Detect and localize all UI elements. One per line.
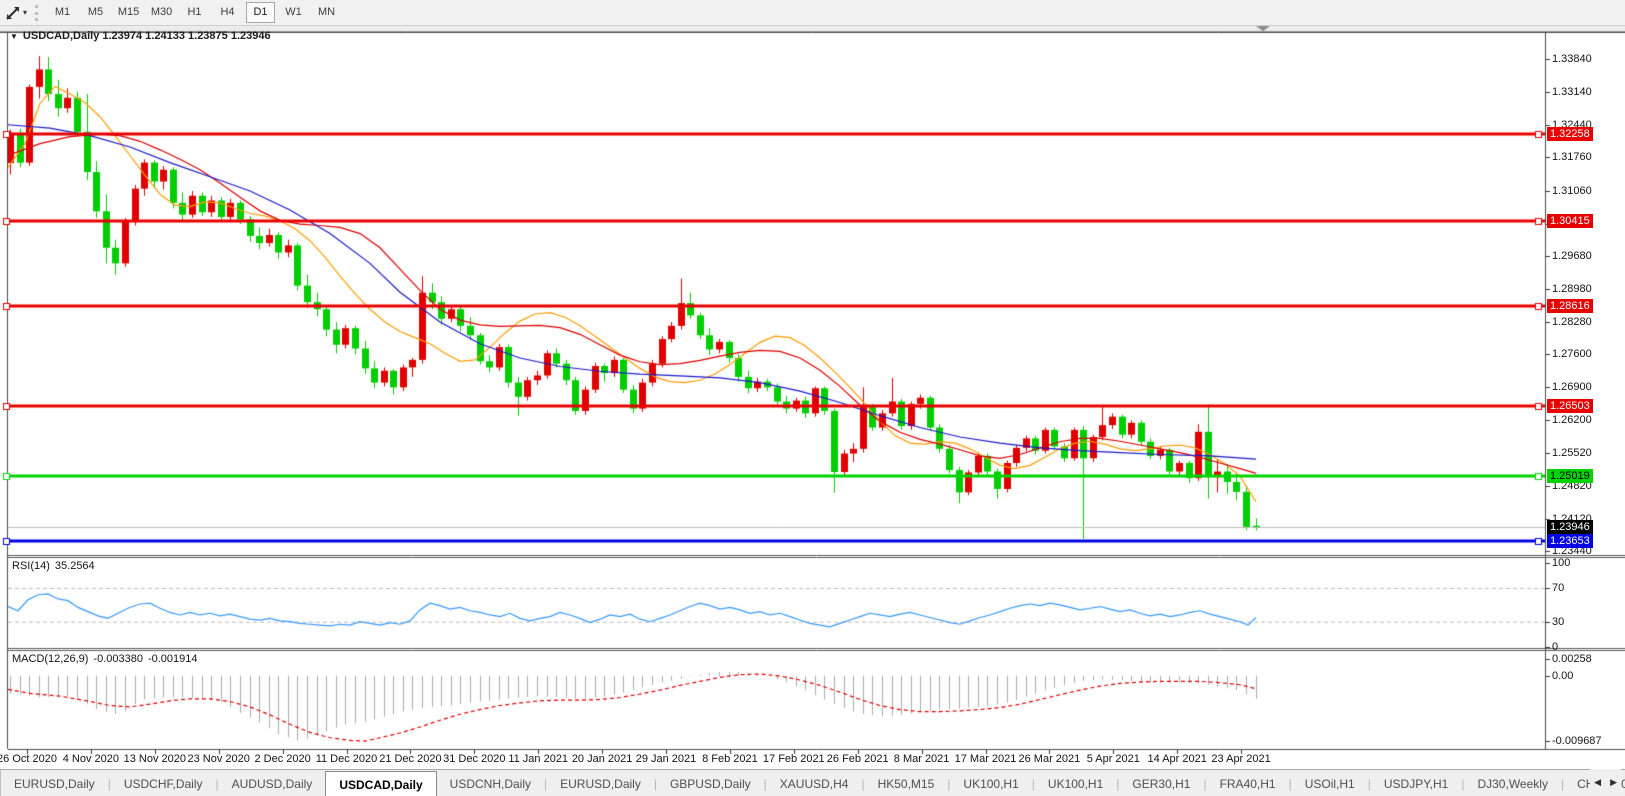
macd-label: MACD(12,26,9) -0.003380 -0.001914 (12, 653, 203, 665)
macd-axis-label: 0.00258 (1552, 652, 1592, 665)
rsi-name: RSI(14) (12, 560, 50, 572)
hline-price-label: 1.23653 (1547, 533, 1593, 548)
rsi-value: 35.2564 (54, 560, 95, 572)
price-axis-label: 1.26900 (1552, 381, 1592, 394)
chart-tab-uk100-h1[interactable]: UK100,H1 (1035, 770, 1116, 796)
timeframe-button-h1[interactable]: H1 (180, 2, 209, 23)
price-axis-label: 1.31760 (1552, 151, 1592, 164)
chart-tab-usdchf-daily[interactable]: USDCHF,Daily (111, 770, 216, 796)
price-axis-label: 1.26200 (1552, 414, 1592, 427)
date-axis-label: 11 Dec 2020 (315, 753, 378, 765)
tab-scroll-right-icon[interactable]: ▶ (1610, 777, 1617, 788)
current-price-label: 1.23946 (1547, 520, 1593, 535)
chart-tab-xauusd-h4[interactable]: XAUUSD,H4 (767, 770, 862, 796)
date-axis-label: 23 Nov 2020 (187, 753, 250, 765)
rsi-axis-label: 0 (1552, 641, 1559, 653)
timeframe-button-m5[interactable]: M5 (81, 2, 110, 23)
macd-axis-label: 0.00 (1552, 670, 1574, 682)
chart-title-text: USDCAD,Daily 1.23974 1.24133 1.23875 1.2… (22, 30, 271, 42)
date-axis-label: 17 Mar 2021 (954, 753, 1017, 765)
date-axis-label: 29 Jan 2021 (635, 753, 697, 765)
tab-scroll-left-icon[interactable]: ◀ (1594, 777, 1601, 788)
date-axis-label: 21 Dec 2020 (379, 753, 442, 765)
price-axis-label: 1.27600 (1552, 348, 1592, 361)
date-axis-label: 14 Apr 2021 (1147, 753, 1207, 765)
chart-tab-usoil-h1[interactable]: USOil,H1 (1292, 770, 1368, 796)
hline-price-label: 1.30415 (1547, 214, 1593, 229)
timeframe-button-d1[interactable]: D1 (246, 2, 276, 23)
date-axis-label: 26 Mar 2021 (1018, 753, 1081, 765)
date-axis-label: 8 Mar 2021 (893, 753, 950, 765)
tab-scroll-buttons: ◀ ▶ (1590, 769, 1621, 796)
macd-signal-value: -0.001914 (147, 653, 198, 665)
timeframe-buttons: M1 M5 M15 M30 H1 H4 D1 W1 MN (46, 2, 343, 23)
hline-price-label: 1.26503 (1547, 399, 1593, 414)
mt4-terminal: ▾ M1 M5 M15 M30 H1 H4 D1 W1 MN ▼ USDCAD,Daily 1.2… (0, 0, 1625, 796)
price-axis-label: 1.29680 (1552, 249, 1592, 262)
chart-tab-ger30-h1[interactable]: GER30,H1 (1119, 770, 1203, 796)
date-axis-label: 5 Apr 2021 (1086, 753, 1140, 765)
chart-tab-gbpusd-daily[interactable]: GBPUSD,Daily (657, 770, 764, 796)
chevron-down-icon[interactable]: ▾ (23, 8, 27, 17)
timeframe-button-m30[interactable]: M30 (147, 2, 176, 23)
date-axis-label: 20 Jan 2021 (571, 753, 633, 765)
date-axis-label: 26 Oct 2020 (0, 753, 57, 765)
rsi-label: RSI(14) 35.2564 (12, 560, 100, 572)
date-axis-label: 2 Dec 2020 (254, 753, 311, 765)
chart-cursor-icon[interactable] (4, 4, 22, 22)
price-axis-label: 1.33140 (1552, 86, 1592, 99)
price-axis-label: 1.31060 (1552, 184, 1592, 197)
chart-tab-hk50-m15[interactable]: HK50,M15 (865, 770, 948, 796)
macd-name: MACD(12,26,9) (12, 653, 89, 665)
date-axis-label: 23 Apr 2021 (1211, 753, 1271, 765)
timeframe-button-m15[interactable]: M15 (114, 2, 143, 23)
chart-tab-usdjpy-h1[interactable]: USDJPY,H1 (1371, 770, 1461, 796)
chart-title: ▼ USDCAD,Daily 1.23974 1.24133 1.23875 1.… (10, 30, 271, 42)
chart-tab-eurusd-daily[interactable]: EURUSD,Daily (1, 770, 108, 796)
timeframe-button-mn[interactable]: MN (312, 2, 341, 23)
chart-tab-uk100-h1[interactable]: UK100,H1 (950, 770, 1031, 796)
date-axis-label: 17 Feb 2021 (762, 753, 825, 765)
chart-tab-bar: EURUSD,Daily | USDCHF,Daily | AUDUSD,Daily US… (0, 769, 1625, 796)
price-axis-label: 1.33840 (1552, 53, 1592, 65)
date-axis-label: 8 Feb 2021 (702, 753, 758, 765)
macd-value: -0.003380 (93, 653, 143, 665)
hline-price-label: 1.32258 (1547, 126, 1593, 141)
timeframe-button-m1[interactable]: M1 (48, 2, 77, 23)
price-axis-label: 1.28980 (1552, 282, 1592, 295)
chart-tab-audusd-daily[interactable]: AUDUSD,Daily (219, 770, 326, 796)
rsi-axis-label: 100 (1552, 556, 1571, 569)
timeframe-toolbar: ▾ M1 M5 M15 M30 H1 H4 D1 W1 MN (0, 0, 1625, 26)
date-axis-label: 4 Nov 2020 (62, 753, 120, 765)
chart-tab-usdcnh-daily[interactable]: USDCNH,Daily (437, 770, 544, 796)
rsi-axis-label: 30 (1552, 615, 1565, 628)
price-axis-label: 1.28280 (1552, 316, 1592, 329)
chart-tab-fra40-h1[interactable]: FRA40,H1 (1207, 770, 1289, 796)
collapse-arrow-icon[interactable]: ▼ (10, 32, 18, 41)
timeframe-button-h4[interactable]: H4 (213, 2, 242, 23)
date-axis-label: 26 Feb 2021 (826, 753, 889, 765)
price-axis-label: 1.25520 (1552, 446, 1592, 459)
chart-canvas[interactable] (0, 0, 1625, 796)
date-axis-label: 13 Nov 2020 (123, 753, 186, 765)
chart-tab-dj30-weekly[interactable]: DJ30,Weekly (1464, 770, 1560, 796)
timeframe-button-w1[interactable]: W1 (279, 2, 308, 23)
toolbar-grip (35, 4, 39, 21)
hline-price-label: 1.25019 (1547, 469, 1593, 484)
date-axis-label: 31 Dec 2020 (443, 753, 506, 765)
chart-tab-eurusd-daily[interactable]: EURUSD,Daily (547, 770, 654, 796)
hline-price-label: 1.28616 (1547, 299, 1593, 314)
date-axis-label: 11 Jan 2021 (508, 753, 569, 765)
chart-tab-usdcad-daily[interactable]: USDCAD,Daily (325, 771, 437, 796)
rsi-axis-label: 70 (1552, 581, 1565, 594)
macd-axis-label: -0.009687 (1552, 734, 1602, 747)
